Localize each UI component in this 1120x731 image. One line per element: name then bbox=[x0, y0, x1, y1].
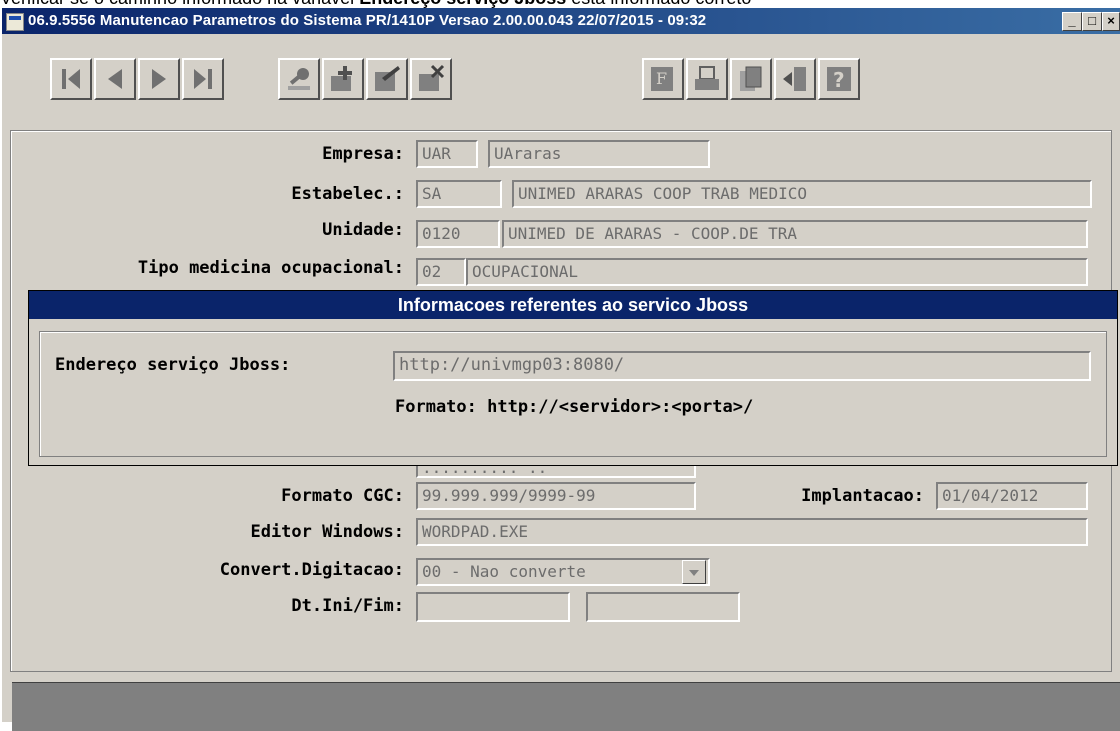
previous-record-button[interactable] bbox=[94, 58, 136, 100]
delete-icon bbox=[419, 64, 445, 91]
add-icon bbox=[331, 66, 352, 91]
implantacao-label: Implantacao: bbox=[801, 486, 924, 506]
help-icon: ? bbox=[827, 67, 851, 92]
print-button[interactable] bbox=[686, 58, 728, 100]
convert-digitacao-label: Convert.Digitacao: bbox=[219, 560, 404, 580]
jboss-address-label: Endereço serviço Jboss: bbox=[55, 355, 291, 375]
estabelec-label: Estabelec.: bbox=[291, 184, 404, 204]
previous-icon bbox=[108, 69, 122, 89]
caption-prefix: Verificar se o caminho informado na vari… bbox=[0, 0, 359, 8]
edit-record-button[interactable] bbox=[366, 58, 408, 100]
first-icon bbox=[62, 69, 80, 89]
dropdown-button[interactable] bbox=[682, 560, 706, 584]
edit-icon bbox=[375, 66, 400, 91]
tipo-medicina-code-field[interactable]: 02 bbox=[416, 258, 466, 286]
editor-windows-label: Editor Windows: bbox=[250, 522, 404, 542]
exit-icon bbox=[783, 67, 806, 91]
jboss-dialog: Informacoes referentes ao servico Jboss … bbox=[28, 290, 1118, 466]
search-button[interactable] bbox=[278, 58, 320, 100]
app-icon[interactable] bbox=[6, 13, 24, 31]
minimize-button[interactable]: _ bbox=[1062, 12, 1082, 31]
estabelec-code-field[interactable]: SA bbox=[416, 180, 502, 208]
empresa-code-field[interactable]: UAR bbox=[416, 140, 478, 168]
copy-button[interactable] bbox=[730, 58, 772, 100]
last-record-button[interactable] bbox=[182, 58, 224, 100]
next-record-button[interactable] bbox=[138, 58, 180, 100]
tipo-medicina-name-field[interactable]: OCUPACIONAL bbox=[466, 258, 1088, 286]
format-hint: Formato: http://<servidor>:<porta>/ bbox=[395, 397, 754, 417]
dialog-title: Informacoes referentes ao servico Jboss bbox=[29, 291, 1117, 319]
last-icon bbox=[194, 69, 212, 89]
dt-ini-fim-label: Dt.Ini/Fim: bbox=[291, 596, 404, 616]
convert-digitacao-select[interactable]: 00 - Nao converte bbox=[416, 558, 710, 586]
window-title: 06.9.5556 Manutencao Parametros do Siste… bbox=[28, 12, 707, 29]
formato-cgc-label: Formato CGC: bbox=[281, 486, 404, 506]
unidade-label: Unidade: bbox=[322, 220, 404, 240]
add-record-button[interactable] bbox=[322, 58, 364, 100]
filter-icon: F bbox=[651, 67, 673, 91]
caption-suffix: está informado correto bbox=[566, 0, 751, 8]
status-bar bbox=[12, 682, 1120, 731]
print-icon bbox=[695, 66, 719, 90]
jboss-address-field[interactable]: http://univmgp03:8080/ bbox=[393, 351, 1091, 381]
dialog-frame bbox=[39, 331, 1107, 457]
delete-record-button[interactable] bbox=[410, 58, 452, 100]
help-button[interactable]: ? bbox=[818, 58, 860, 100]
empresa-name-field[interactable]: UAraras bbox=[488, 140, 710, 168]
toolbar: F ? bbox=[20, 42, 1104, 112]
implantacao-field[interactable]: 01/04/2012 bbox=[936, 482, 1088, 510]
empresa-label: Empresa: bbox=[322, 144, 404, 164]
first-record-button[interactable] bbox=[50, 58, 92, 100]
unidade-code-field[interactable]: 0120 bbox=[416, 220, 500, 248]
next-icon bbox=[152, 69, 166, 89]
dt-ini-field[interactable] bbox=[416, 592, 570, 622]
convert-digitacao-value: 00 - Nao converte bbox=[422, 562, 586, 581]
editor-windows-field[interactable]: WORDPAD.EXE bbox=[416, 518, 1088, 546]
chevron-down-icon bbox=[689, 570, 699, 576]
search-icon bbox=[288, 68, 310, 90]
estabelec-name-field[interactable]: UNIMED ARARAS COOP TRAB MEDICO bbox=[512, 180, 1092, 208]
restore-button[interactable]: □ bbox=[1082, 12, 1102, 31]
svg-text:?: ? bbox=[833, 68, 845, 92]
copy-icon bbox=[740, 66, 762, 91]
svg-text:F: F bbox=[656, 69, 667, 88]
caption-variable: Endereço serviço Jboss bbox=[359, 0, 566, 8]
title-bar[interactable]: 06.9.5556 Manutencao Parametros do Siste… bbox=[2, 8, 1120, 34]
filter-button[interactable]: F bbox=[642, 58, 684, 100]
formato-cgc-field[interactable]: 99.999.999/9999-99 bbox=[416, 482, 696, 510]
tipo-medicina-label: Tipo medicina ocupacional: bbox=[137, 258, 404, 278]
dt-fim-field[interactable] bbox=[586, 592, 740, 622]
close-button[interactable]: × bbox=[1102, 12, 1120, 31]
exit-button[interactable] bbox=[774, 58, 816, 100]
unidade-name-field[interactable]: UNIMED DE ARARAS - COOP.DE TRA bbox=[502, 220, 1088, 248]
app-window: 06.9.5556 Manutencao Parametros do Siste… bbox=[0, 8, 1120, 731]
